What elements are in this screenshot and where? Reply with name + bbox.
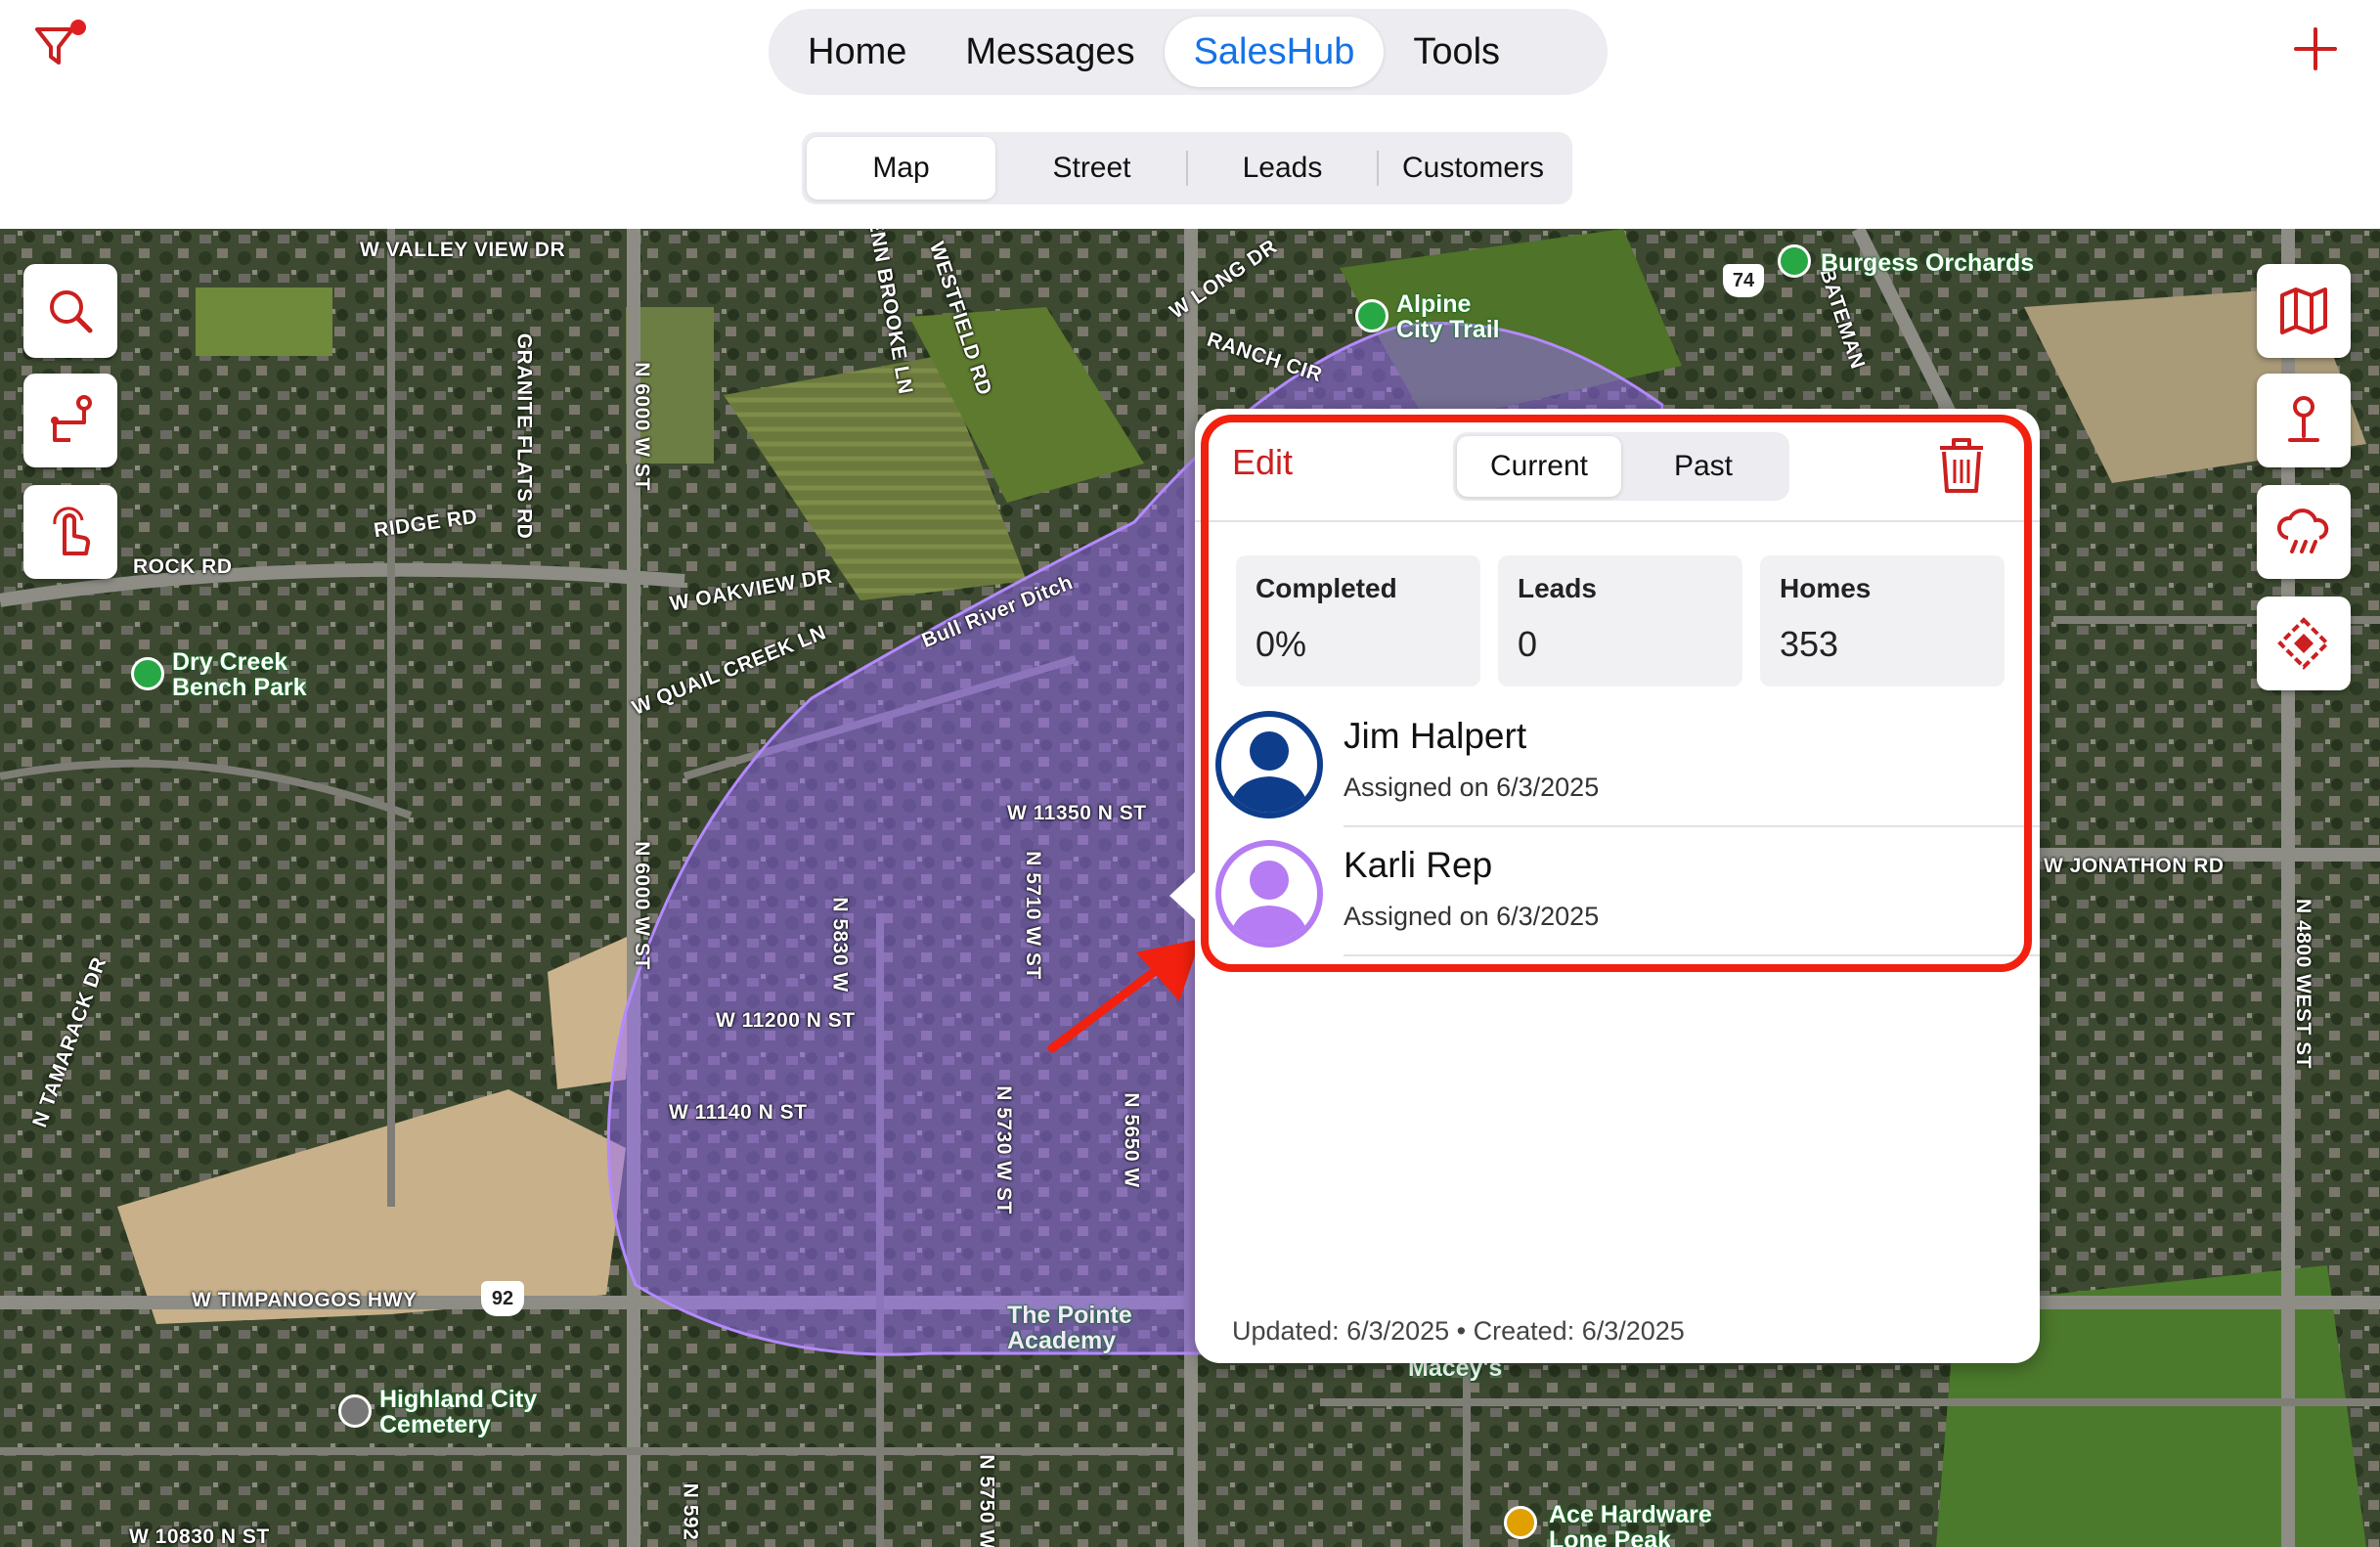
trash-icon	[1940, 438, 1983, 493]
stat-label: Leads	[1518, 573, 1597, 603]
timestamps: Updated: 6/3/2025 • Created: 6/3/2025	[1232, 1316, 1685, 1346]
stat-value: 353	[1780, 624, 1839, 664]
assigned-date: Assigned on 6/3/2025	[1344, 902, 1600, 931]
poi-label[interactable]: Dry Creek Bench Park	[172, 649, 338, 700]
poi-label[interactable]: Burgess Orchards	[1821, 250, 2034, 276]
segment-past[interactable]: Past	[1621, 436, 1785, 497]
poi-label[interactable]: Ace Hardware Lone Peak	[1549, 1502, 1725, 1547]
tap-select-button[interactable]	[23, 485, 117, 579]
nav-tools[interactable]: Tools	[1384, 17, 1529, 87]
highway-shield: 74	[1723, 264, 1764, 297]
stat-label: Completed	[1256, 573, 1397, 603]
main-nav: Home Messages SalesHub Tools	[769, 9, 1608, 95]
assignee-name: Karli Rep	[1344, 845, 1493, 885]
highway-shield: 92	[481, 1281, 524, 1316]
territory-icon	[2277, 617, 2330, 670]
tab-map[interactable]: Map	[807, 137, 995, 199]
assignee-name: Jim Halpert	[1344, 716, 1527, 756]
nav-saleshub[interactable]: SalesHub	[1164, 17, 1385, 87]
assigned-date: Assigned on 6/3/2025	[1344, 773, 1600, 802]
popup-pointer	[1169, 870, 1197, 921]
tab-leads[interactable]: Leads	[1188, 137, 1377, 199]
edit-button[interactable]: Edit	[1232, 442, 1293, 483]
street-label: N 5750 W	[975, 1454, 998, 1547]
add-button[interactable]	[2288, 22, 2343, 76]
trail-marker-icon	[1355, 299, 1388, 332]
stat-label: Homes	[1780, 573, 1872, 603]
app-header: Home Messages SalesHub Tools Map Street …	[0, 0, 2380, 229]
route-button[interactable]	[23, 374, 117, 467]
street-label: ROCK RD	[133, 555, 233, 578]
street-label: W TIMPANOGOS HWY	[192, 1289, 418, 1311]
history-segmented-control: Current Past	[1453, 432, 1789, 501]
street-label: N 4800 WEST ST	[2291, 899, 2314, 1069]
avatar	[1215, 840, 1323, 948]
map-layers-button[interactable]	[2257, 264, 2351, 358]
street-label: N 6000 W ST	[630, 362, 653, 491]
stat-homes: Homes 353	[1760, 555, 2005, 686]
street-label: N 5830 W	[828, 897, 852, 993]
street-label: W 11200 N ST	[716, 1009, 856, 1032]
street-label: GRANITE FLATS RD	[512, 332, 536, 540]
stat-leads: Leads 0	[1498, 555, 1742, 686]
nav-messages[interactable]: Messages	[936, 17, 1164, 87]
street-label: N 6000 W ST	[630, 841, 653, 970]
plus-icon	[2294, 27, 2337, 70]
assignee-row[interactable]: Jim Halpert Assigned on 6/3/2025	[1195, 702, 2040, 829]
poi-label[interactable]: The Pointe Academy	[1007, 1303, 1144, 1353]
search-icon	[50, 290, 93, 333]
tab-customers[interactable]: Customers	[1379, 137, 1567, 199]
store-marker-icon	[1504, 1506, 1537, 1539]
territory-button[interactable]	[2257, 597, 2351, 690]
street-label: N 5730 W ST	[992, 1085, 1015, 1215]
territory-popup: Edit Current Past Completed 0% Leads 0 H…	[1195, 409, 2040, 1363]
storm-icon	[2277, 508, 2329, 553]
segment-current[interactable]: Current	[1457, 436, 1621, 497]
sub-nav: Map Street Leads Customers	[802, 132, 1572, 204]
search-button[interactable]	[23, 264, 117, 358]
poi-label[interactable]: Alpine City Trail	[1396, 291, 1523, 342]
street-label: W JONATHON RD	[2044, 855, 2225, 877]
filter-icon	[35, 20, 86, 65]
map-icon	[2280, 287, 2327, 334]
orchard-marker-icon	[1778, 244, 1811, 278]
tab-street[interactable]: Street	[997, 137, 1186, 199]
pin-icon	[2288, 396, 2319, 442]
delete-button[interactable]	[1934, 434, 1989, 497]
stat-completed: Completed 0%	[1236, 555, 1480, 686]
poi-label[interactable]: Highland City Cemetery	[379, 1387, 555, 1437]
route-icon	[51, 395, 92, 442]
row-divider	[1344, 954, 2040, 956]
street-label: W VALLEY VIEW DR	[360, 239, 566, 261]
arrow-annotation	[1047, 939, 1201, 1053]
street-label: W 11350 N ST	[1007, 802, 1147, 824]
street-label: W 10830 N ST	[129, 1525, 270, 1547]
avatar	[1215, 711, 1323, 818]
row-divider	[1344, 825, 2040, 827]
header-divider	[1195, 520, 2040, 522]
assignee-row[interactable]: Karli Rep Assigned on 6/3/2025	[1195, 831, 2040, 958]
street-label: N 592	[679, 1482, 702, 1541]
cemetery-marker-icon	[338, 1394, 372, 1428]
filter-button[interactable]	[29, 18, 88, 76]
weather-button[interactable]	[2257, 485, 2351, 579]
drop-pin-button[interactable]	[2257, 374, 2351, 467]
stat-value: 0	[1518, 624, 1538, 664]
street-label: W 11140 N ST	[669, 1101, 808, 1124]
street-label: N 5650 W	[1120, 1092, 1143, 1188]
nav-home[interactable]: Home	[778, 17, 936, 87]
tap-icon	[53, 507, 91, 555]
stat-value: 0%	[1256, 624, 1307, 664]
park-marker-icon	[131, 657, 164, 690]
